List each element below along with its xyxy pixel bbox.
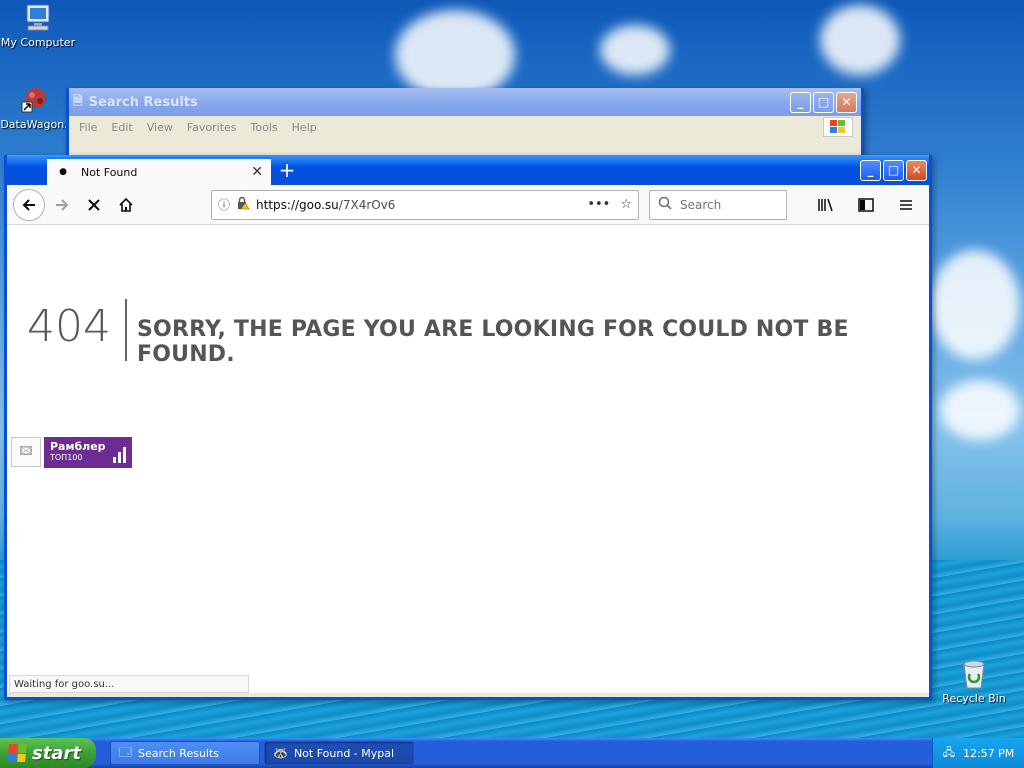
home-button[interactable] xyxy=(111,190,141,220)
browser-close-button[interactable]: ✕ xyxy=(906,159,927,181)
library-icon xyxy=(818,198,833,211)
taskbar-item-not-found[interactable]: 🦝 Not Found - Mypal xyxy=(264,741,414,765)
computer-icon xyxy=(26,4,50,31)
cloud xyxy=(930,250,1020,360)
menu-tools[interactable]: Tools xyxy=(251,121,278,134)
info-icon[interactable]: ⓘ xyxy=(218,196,230,213)
start-label: start xyxy=(32,742,81,764)
url-path: /7X4rOv6 xyxy=(338,197,396,212)
desktop-icon-datawagon[interactable]: DataWagon. xyxy=(0,86,72,131)
explorer-window-icon: 🗔 xyxy=(119,744,133,759)
status-bar: Waiting for goo.su... xyxy=(9,675,249,693)
network-icon[interactable]: 🖧 xyxy=(943,744,955,763)
desktop-icon-recycle-bin[interactable]: Recycle Bin xyxy=(936,658,1012,705)
datawagon-icon xyxy=(21,88,46,113)
hamburger-menu-icon xyxy=(900,199,912,210)
desktop-icon-label: Recycle Bin xyxy=(942,692,1006,705)
nav-toolbar: ⓘ https://goo.su/7X4rOv6 ••• ☆ Search xyxy=(7,185,929,225)
new-tab-button[interactable]: + xyxy=(271,155,303,185)
bar-chart-icon xyxy=(111,447,126,463)
bookmark-star-icon[interactable]: ☆ xyxy=(620,197,632,212)
error-message: SORRY, THE PAGE YOU ARE LOOKING FOR COUL… xyxy=(137,317,849,367)
menu-file[interactable]: File xyxy=(79,121,97,134)
menu-edit[interactable]: Edit xyxy=(111,121,132,134)
browser-window[interactable]: ● Not Found ✕ + _ □ ✕ ⓘ https://goo.su/7… xyxy=(4,155,932,700)
taskbar: start 🗔 Search Results 🦝 Not Found - Myp… xyxy=(0,738,1024,768)
page-content: 404 SORRY, THE PAGE YOU ARE LOOKING FOR … xyxy=(7,225,929,693)
recycle-bin-icon xyxy=(963,660,985,689)
menu-favorites[interactable]: Favorites xyxy=(187,121,237,134)
mypal-browser-icon: 🦝 xyxy=(273,746,288,760)
maximize-button[interactable]: □ xyxy=(813,91,834,113)
menu-bar: File Edit View Favorites Tools Help xyxy=(69,116,861,138)
tab-strip: ● Not Found ✕ + _ □ ✕ xyxy=(7,155,929,185)
windows-flag-icon xyxy=(7,744,27,762)
close-button[interactable]: ✕ xyxy=(836,91,857,113)
home-icon xyxy=(119,197,133,212)
url-text: https://goo.su/7X4rOv6 xyxy=(256,198,577,212)
error-divider xyxy=(125,299,127,361)
stop-button[interactable] xyxy=(79,190,109,220)
forward-arrow-icon xyxy=(56,198,69,211)
forward-button[interactable] xyxy=(47,190,77,220)
tab-close-icon[interactable]: ✕ xyxy=(251,164,263,180)
search-placeholder: Search xyxy=(680,197,722,212)
sidebar-icon xyxy=(858,197,874,212)
cloud xyxy=(940,380,1020,440)
browser-minimize-button[interactable]: _ xyxy=(860,159,881,181)
search-window-icon: 🗎 xyxy=(73,93,83,108)
tab-favicon-icon: ● xyxy=(59,167,67,177)
search-results-titlebar[interactable]: 🗎 Search Results _ □ ✕ xyxy=(69,88,861,116)
minimize-button[interactable]: _ xyxy=(790,91,811,113)
url-bar[interactable]: ⓘ https://goo.su/7X4rOv6 ••• ☆ xyxy=(211,189,639,220)
broken-image-icon: 🖾 xyxy=(11,437,41,467)
search-icon xyxy=(658,196,672,213)
sidebar-button[interactable] xyxy=(851,190,881,220)
desktop-icon-label: DataWagon. xyxy=(0,118,68,131)
taskbar-item-search-results[interactable]: 🗔 Search Results xyxy=(110,741,260,765)
menu-view[interactable]: View xyxy=(147,121,173,134)
tab-title: Not Found xyxy=(81,165,138,179)
clock[interactable]: 12:57 PM xyxy=(963,747,1014,760)
menu-button[interactable] xyxy=(891,190,921,220)
cloud xyxy=(820,5,900,75)
taskbar-item-label: Search Results xyxy=(138,746,220,760)
rambler-top100-badge[interactable]: Рамблер ТОП100 xyxy=(44,437,132,468)
menu-help[interactable]: Help xyxy=(292,121,317,134)
search-results-title: Search Results xyxy=(88,94,198,110)
tab-not-found[interactable]: ● Not Found ✕ xyxy=(47,157,271,185)
cloud xyxy=(600,25,670,75)
start-button[interactable]: start xyxy=(0,738,96,768)
page-actions-icon[interactable]: ••• xyxy=(587,197,610,212)
system-tray: 🖧 12:57 PM xyxy=(932,738,1024,768)
lock-warning-icon[interactable] xyxy=(236,196,250,213)
taskbar-item-label: Not Found - Mypal xyxy=(293,746,395,760)
error-code: 404 xyxy=(27,301,111,352)
back-button[interactable] xyxy=(13,188,45,221)
library-button[interactable] xyxy=(811,190,841,220)
stop-icon xyxy=(88,198,100,211)
back-arrow-icon xyxy=(22,198,35,211)
url-host: https://goo.su xyxy=(256,197,339,212)
desktop-icon-my-computer[interactable]: My Computer xyxy=(0,2,76,49)
windows-logo-icon xyxy=(823,117,853,137)
desktop-icon-label: My Computer xyxy=(0,36,76,49)
browser-maximize-button[interactable]: □ xyxy=(883,159,904,181)
cloud xyxy=(395,10,515,100)
search-bar[interactable]: Search xyxy=(649,189,787,220)
